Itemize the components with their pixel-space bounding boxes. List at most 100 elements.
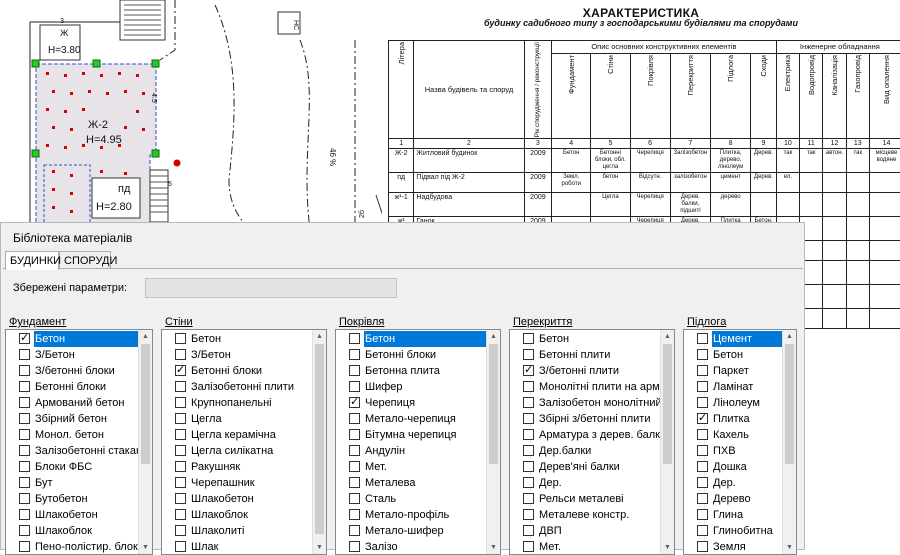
list-item[interactable]: Глина bbox=[694, 507, 782, 523]
checkbox[interactable] bbox=[349, 493, 360, 504]
list-item[interactable]: Арматура з дерев. балками bbox=[520, 427, 660, 443]
list-item[interactable]: Шлакобетон bbox=[172, 491, 312, 507]
scroll-thumb[interactable] bbox=[489, 344, 498, 464]
list-item[interactable]: Збірний бетон bbox=[16, 411, 138, 427]
list-item[interactable]: Дер.балки bbox=[520, 443, 660, 459]
checkbox[interactable] bbox=[19, 397, 30, 408]
checkbox[interactable] bbox=[349, 333, 360, 344]
vertical-scrollbar[interactable]: ▲▼ bbox=[782, 330, 796, 554]
checkbox[interactable] bbox=[349, 365, 360, 376]
list-item[interactable]: Бітумна черепиця bbox=[346, 427, 486, 443]
list-item[interactable]: Дер. bbox=[520, 475, 660, 491]
vertical-scrollbar[interactable]: ▲▼ bbox=[486, 330, 500, 554]
list-item[interactable]: Блоки ФБС bbox=[16, 459, 138, 475]
checkbox[interactable] bbox=[19, 349, 30, 360]
checkbox[interactable] bbox=[175, 541, 186, 552]
checkbox[interactable] bbox=[697, 349, 708, 360]
list-item[interactable]: Армований бетон bbox=[16, 395, 138, 411]
list-item[interactable]: Сталь bbox=[346, 491, 486, 507]
checkbox[interactable] bbox=[349, 509, 360, 520]
checkbox[interactable] bbox=[697, 429, 708, 440]
scroll-up-icon[interactable]: ▲ bbox=[487, 330, 500, 343]
saved-params-combo[interactable] bbox=[145, 278, 397, 298]
checkbox[interactable] bbox=[523, 397, 534, 408]
tab-structures[interactable]: СПОРУДИ bbox=[59, 251, 111, 269]
checkbox[interactable] bbox=[175, 349, 186, 360]
checkbox-checked[interactable]: ✓ bbox=[19, 333, 30, 344]
checkbox[interactable] bbox=[349, 429, 360, 440]
scroll-up-icon[interactable]: ▲ bbox=[661, 330, 674, 343]
list-item[interactable]: Бетон bbox=[520, 331, 660, 347]
scroll-down-icon[interactable]: ▼ bbox=[313, 541, 326, 554]
list-item[interactable]: Мет. bbox=[346, 459, 486, 475]
checkbox[interactable] bbox=[523, 349, 534, 360]
checkbox[interactable] bbox=[175, 445, 186, 456]
checkbox[interactable] bbox=[523, 541, 534, 552]
list-item[interactable]: Бут bbox=[16, 475, 138, 491]
list-item[interactable]: Цегла bbox=[172, 411, 312, 427]
scroll-down-icon[interactable]: ▼ bbox=[139, 541, 152, 554]
checkbox[interactable] bbox=[175, 397, 186, 408]
list-item[interactable]: Бетонна плита bbox=[346, 363, 486, 379]
list-item[interactable]: Бетонні блоки bbox=[346, 347, 486, 363]
checkbox[interactable] bbox=[523, 509, 534, 520]
list-item[interactable]: Бетон bbox=[694, 347, 782, 363]
checkbox[interactable] bbox=[523, 429, 534, 440]
list-item[interactable]: Шлакоблок bbox=[16, 523, 138, 539]
scroll-down-icon[interactable]: ▼ bbox=[661, 541, 674, 554]
list-item[interactable]: Дошка bbox=[694, 459, 782, 475]
list-item[interactable]: Шлак bbox=[172, 539, 312, 555]
scroll-up-icon[interactable]: ▲ bbox=[783, 330, 796, 343]
material-list-2[interactable]: БетонБетонні блокиБетонна плитаШифер✓Чер… bbox=[335, 329, 501, 555]
scroll-thumb[interactable] bbox=[663, 344, 672, 464]
checkbox[interactable] bbox=[19, 541, 30, 552]
list-item[interactable]: Шлакоблок bbox=[172, 507, 312, 523]
material-list-4[interactable]: ЦементБетонПаркетЛамінатЛінолеум✓ПлиткаК… bbox=[683, 329, 797, 555]
checkbox[interactable] bbox=[349, 381, 360, 392]
checkbox[interactable] bbox=[19, 493, 30, 504]
checkbox[interactable] bbox=[697, 333, 708, 344]
scroll-thumb[interactable] bbox=[785, 344, 794, 464]
list-item[interactable]: Залізобетонні стакани bbox=[16, 443, 138, 459]
list-item[interactable]: Паркет bbox=[694, 363, 782, 379]
list-item[interactable]: Дерев'яні балки bbox=[520, 459, 660, 475]
checkbox[interactable] bbox=[523, 381, 534, 392]
checkbox[interactable] bbox=[349, 477, 360, 488]
list-item[interactable]: Ракушняк bbox=[172, 459, 312, 475]
checkbox[interactable] bbox=[349, 461, 360, 472]
checkbox[interactable] bbox=[19, 429, 30, 440]
scroll-thumb[interactable] bbox=[141, 344, 150, 464]
checkbox[interactable] bbox=[697, 525, 708, 536]
list-item[interactable]: ✓З/бетонні плити bbox=[520, 363, 660, 379]
list-item[interactable]: Дер. bbox=[694, 475, 782, 491]
list-item[interactable]: Металева bbox=[346, 475, 486, 491]
list-item[interactable]: Ламінат bbox=[694, 379, 782, 395]
list-item[interactable]: З/бетонні блоки bbox=[16, 363, 138, 379]
checkbox[interactable] bbox=[349, 541, 360, 552]
checkbox[interactable] bbox=[697, 397, 708, 408]
checkbox[interactable] bbox=[349, 413, 360, 424]
checkbox[interactable] bbox=[19, 381, 30, 392]
checkbox[interactable] bbox=[697, 461, 708, 472]
checkbox[interactable] bbox=[175, 493, 186, 504]
checkbox[interactable] bbox=[523, 445, 534, 456]
list-item[interactable]: Андулін bbox=[346, 443, 486, 459]
list-item[interactable]: Бетон bbox=[172, 331, 312, 347]
list-item[interactable]: ПХВ bbox=[694, 443, 782, 459]
list-item[interactable]: Пено-полістир. блоки bbox=[16, 539, 138, 555]
list-item[interactable]: ✓Бетонні блоки bbox=[172, 363, 312, 379]
scroll-down-icon[interactable]: ▼ bbox=[783, 541, 796, 554]
checkbox[interactable] bbox=[523, 461, 534, 472]
list-item[interactable]: Бетонні плити bbox=[520, 347, 660, 363]
checkbox-checked[interactable]: ✓ bbox=[523, 365, 534, 376]
checkbox[interactable] bbox=[697, 509, 708, 520]
list-item[interactable]: Цегла силікатна bbox=[172, 443, 312, 459]
list-item[interactable]: Метало-профіль bbox=[346, 507, 486, 523]
checkbox[interactable] bbox=[19, 413, 30, 424]
list-item[interactable]: Рельси металеві bbox=[520, 491, 660, 507]
scroll-down-icon[interactable]: ▼ bbox=[487, 541, 500, 554]
list-item[interactable]: ✓Черепиця bbox=[346, 395, 486, 411]
checkbox[interactable] bbox=[697, 365, 708, 376]
checkbox[interactable] bbox=[19, 365, 30, 376]
list-item[interactable]: Залізобетон монолітний bbox=[520, 395, 660, 411]
